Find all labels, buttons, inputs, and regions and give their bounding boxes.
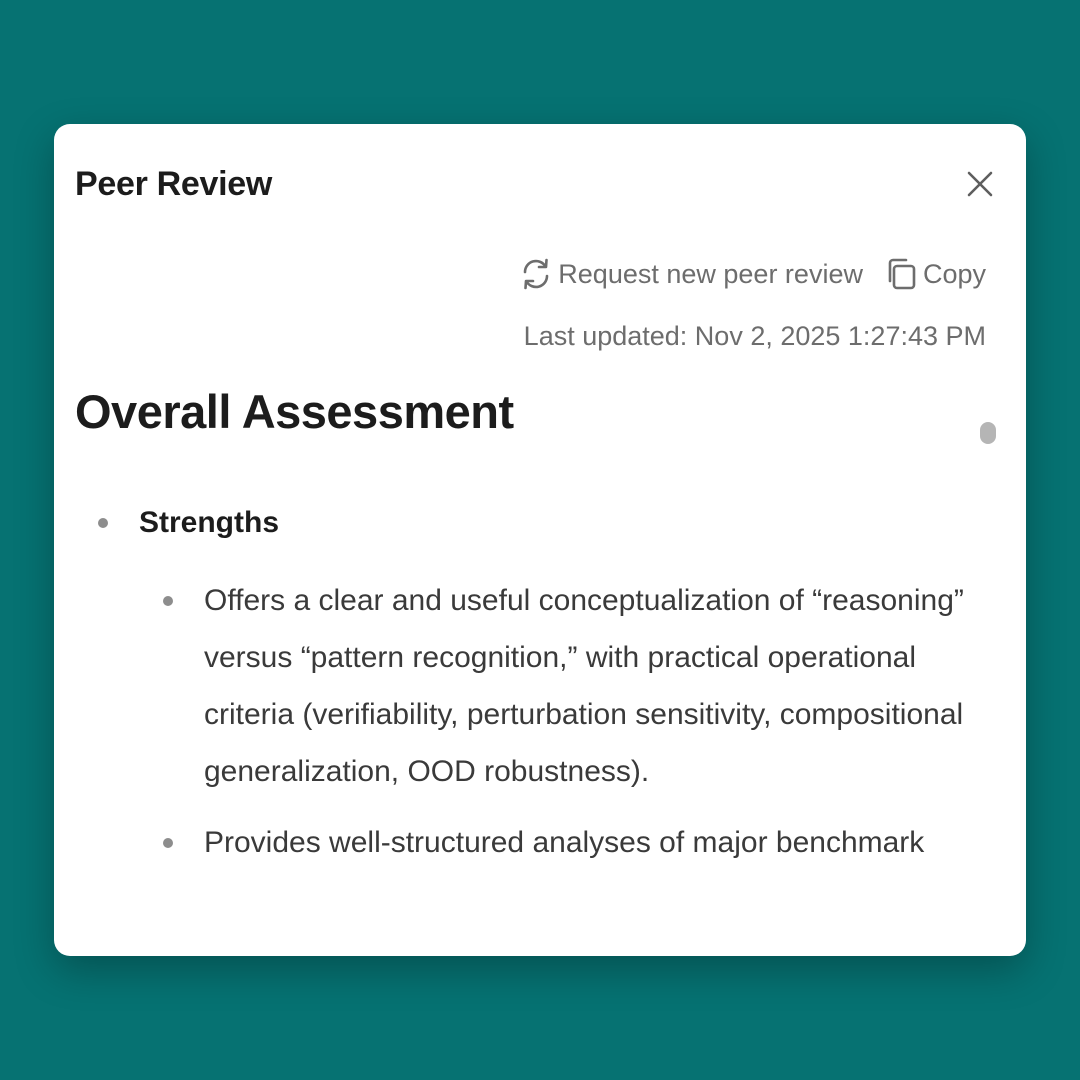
- peer-review-modal: Peer Review Request new peer review Copy…: [54, 124, 1026, 956]
- copy-icon: [888, 258, 916, 290]
- copy-button[interactable]: Copy: [883, 252, 986, 296]
- close-icon: [967, 171, 993, 197]
- section-heading: Overall Assessment: [75, 385, 514, 438]
- last-updated-timestamp: Last updated: Nov 2, 2025 1:27:43 PM: [523, 321, 986, 351]
- review-content: Overall Assessment Strengths Offers a cl…: [75, 380, 975, 885]
- list-item-text: Offers a clear and useful conceptualizat…: [204, 584, 964, 788]
- close-button[interactable]: [960, 164, 1000, 204]
- bullet-icon: [163, 596, 173, 606]
- copy-label: Copy: [922, 259, 986, 289]
- list-item-strengths: Strengths Offers a clear and useful conc…: [75, 498, 975, 871]
- bullet-icon: [98, 518, 108, 528]
- list-item: Offers a clear and useful conceptualizat…: [139, 572, 975, 800]
- list-item: Provides well-structured analyses of maj…: [139, 814, 975, 871]
- assessment-list: Strengths Offers a clear and useful conc…: [75, 498, 975, 871]
- scrollbar-thumb[interactable]: [980, 422, 996, 444]
- strengths-label: Strengths: [139, 506, 280, 539]
- review-actions: Request new peer review Copy: [518, 252, 986, 296]
- request-new-review-label: Request new peer review: [558, 259, 863, 289]
- refresh-icon: [523, 258, 549, 290]
- strengths-list: Offers a clear and useful conceptualizat…: [139, 572, 975, 871]
- modal-title: Peer Review: [75, 165, 273, 203]
- bullet-icon: [163, 838, 173, 848]
- list-item-text: Provides well-structured analyses of maj…: [204, 826, 925, 859]
- request-new-review-button[interactable]: Request new peer review: [518, 252, 863, 296]
